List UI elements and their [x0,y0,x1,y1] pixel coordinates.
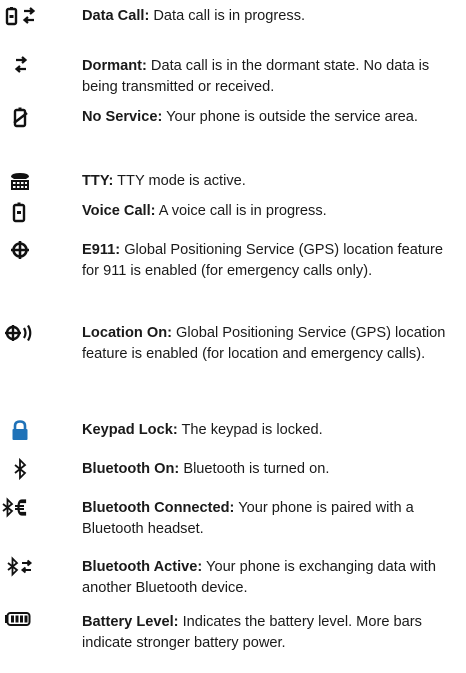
legend-text: Keypad Lock: The keypad is locked. [82,420,456,441]
legend-term: Keypad Lock: [82,422,178,438]
legend-term: No Service: [82,109,163,125]
legend-term: Data Call: [82,8,150,24]
legend-text: E911: Global Positioning Service (GPS) l… [82,240,456,282]
no-service-icon [0,107,64,131]
phone-transfer-icon [0,6,64,30]
voice-call-icon [0,201,64,225]
legend-term: Voice Call: [82,203,156,219]
legend-text: Bluetooth On: Bluetooth is turned on. [82,459,456,480]
legend-term: Bluetooth On: [82,461,180,477]
legend-term: Location On: [82,325,172,341]
battery-level-icon [0,612,64,636]
legend-term: E911: [82,242,121,258]
legend-text: Data Call: Data call is in progress. [82,6,456,27]
legend-text: Bluetooth Connected: Your phone is paire… [82,498,456,540]
legend-desc: Global Positioning Service (GPS) locatio… [82,242,443,279]
legend-text: TTY: TTY mode is active. [82,171,456,192]
bluetooth-connected-icon [0,497,64,522]
legend-term: Bluetooth Connected: [82,500,235,516]
legend-desc: Data call is in progress. [149,8,306,24]
legend-desc: A voice call is in progress. [155,203,327,219]
lock-icon [0,420,64,444]
transfer-arrows-icon [0,56,64,80]
bluetooth-icon [0,457,64,483]
legend-text: Battery Level: Indicates the battery lev… [82,612,456,654]
gps-icon [0,240,64,264]
legend-term: Battery Level: [82,614,179,630]
legend-desc: TTY mode is active. [113,173,246,189]
location-on-icon [0,323,64,347]
legend-term: Bluetooth Active: [82,559,203,575]
legend-text: Bluetooth Active: Your phone is exchangi… [82,557,456,599]
legend-term: Dormant: [82,58,147,74]
legend-term: TTY: [82,173,114,189]
legend-desc: Bluetooth is turned on. [179,461,330,477]
legend-text: Dormant: Data call is in the dormant sta… [82,56,456,98]
legend-text: Location On: Global Positioning Service … [82,323,456,365]
bluetooth-active-icon [0,556,64,581]
legend-desc: Your phone is outside the service area. [162,109,418,125]
tty-icon [0,171,64,195]
legend-text: Voice Call: A voice call is in progress. [82,201,456,222]
legend-desc: The keypad is locked. [177,422,323,438]
legend-text: No Service: Your phone is outside the se… [82,107,456,128]
